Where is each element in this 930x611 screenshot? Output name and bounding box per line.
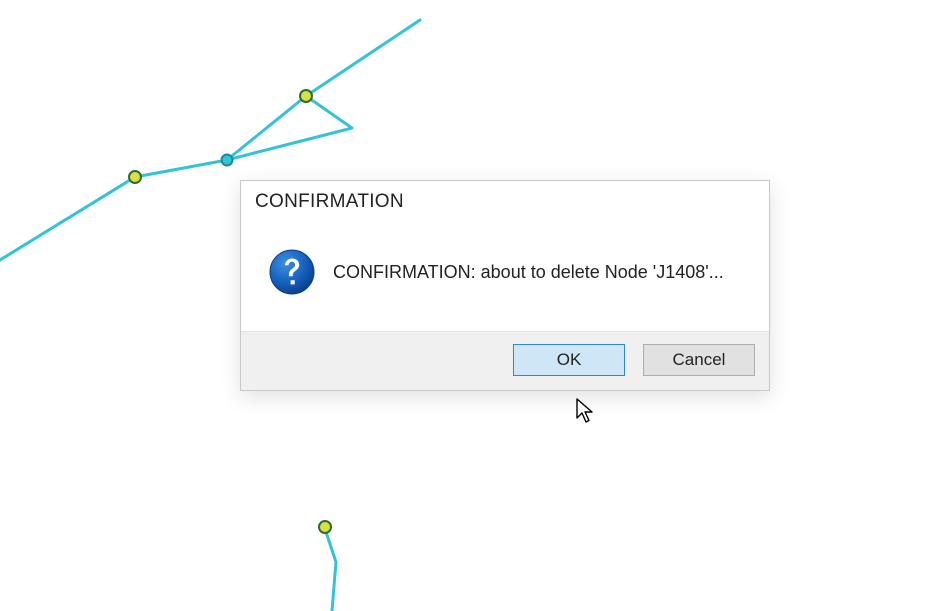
dialog-body: CONFIRMATION: about to delete Node 'J140… — [241, 221, 769, 331]
pipe-segment[interactable] — [0, 177, 135, 260]
network-node[interactable] — [300, 90, 312, 102]
dialog-title: CONFIRMATION — [241, 181, 769, 221]
pipe-segment[interactable] — [135, 160, 227, 177]
pipe-segment[interactable] — [306, 20, 420, 96]
confirmation-dialog: CONFIRMATION CONFIRMATION: about to dele… — [240, 180, 770, 391]
pipe-segment[interactable] — [325, 529, 336, 611]
question-icon — [269, 249, 315, 295]
network-node[interactable] — [319, 521, 331, 533]
ok-button[interactable]: OK — [513, 344, 625, 376]
pipe-segment[interactable] — [227, 96, 352, 160]
network-node[interactable] — [129, 171, 141, 183]
network-valve[interactable] — [222, 155, 233, 166]
cancel-button[interactable]: Cancel — [643, 344, 755, 376]
dialog-message: CONFIRMATION: about to delete Node 'J140… — [333, 262, 724, 283]
dialog-footer: OK Cancel — [241, 331, 769, 390]
